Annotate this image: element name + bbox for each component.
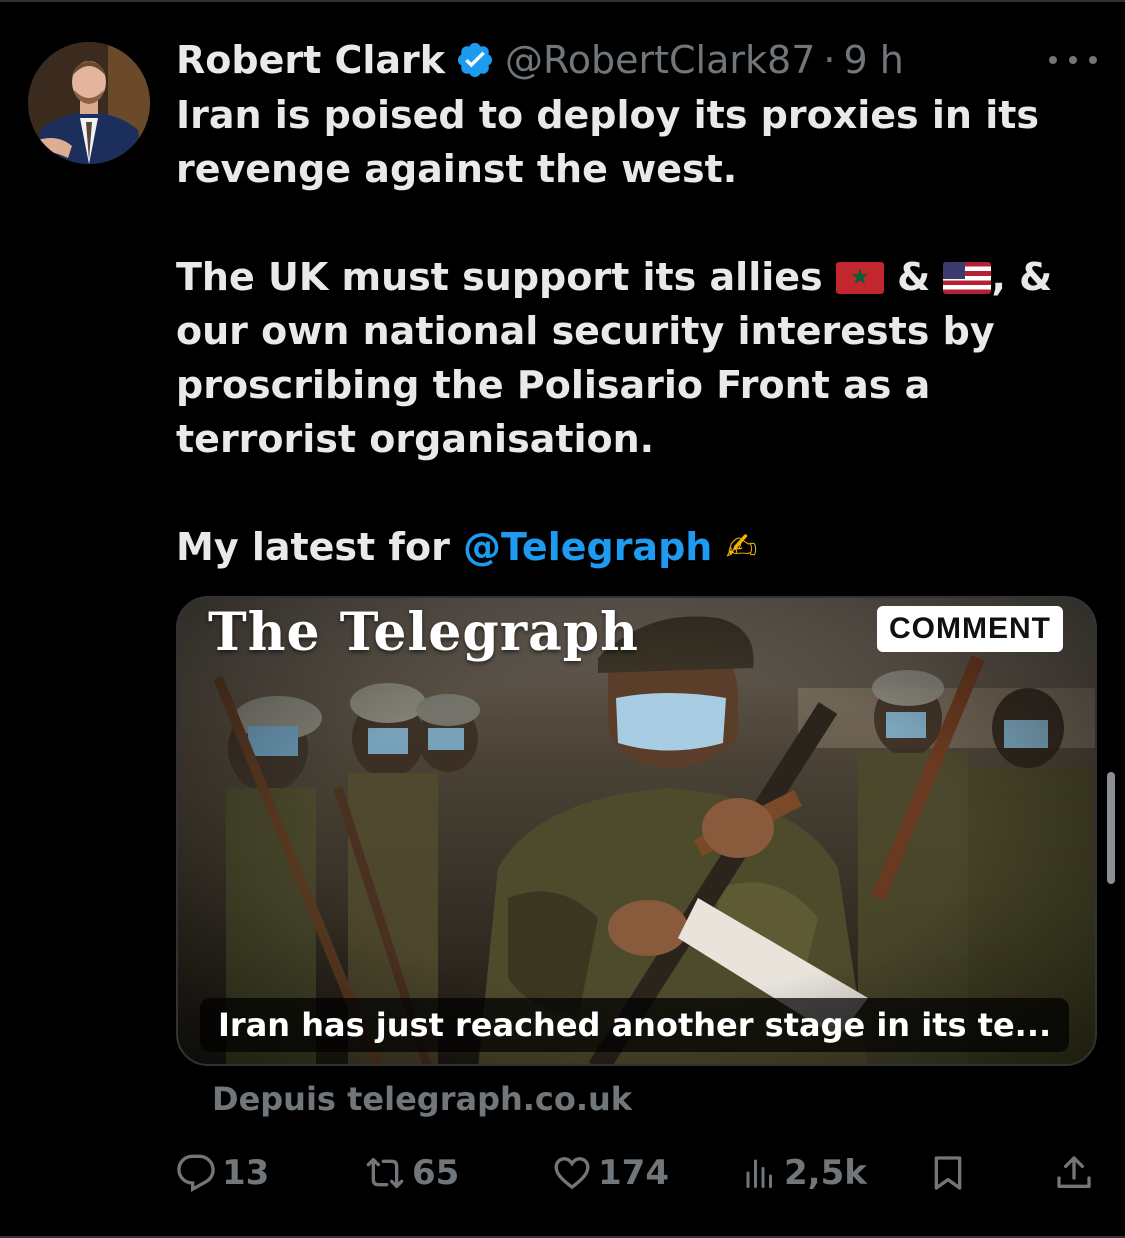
link-card[interactable]: The Telegraph COMMENT Iran has just reac…: [176, 596, 1097, 1066]
views-count: 2,5k: [784, 1153, 867, 1193]
avatar[interactable]: [28, 42, 150, 164]
views-button[interactable]: 2,5k: [742, 1148, 867, 1198]
repost-count: 65: [412, 1153, 460, 1193]
repost-icon: [364, 1153, 412, 1193]
repost-button[interactable]: 65: [364, 1148, 459, 1198]
more-icon[interactable]: [1049, 42, 1097, 78]
tweet-paragraph-1: Iran is poised to deploy its proxies in …: [176, 93, 1039, 191]
like-icon: [552, 1153, 598, 1193]
reply-button[interactable]: 13: [176, 1148, 269, 1198]
card-title[interactable]: Iran has just reached another stage in i…: [200, 998, 1070, 1052]
bookmark-icon: [928, 1153, 974, 1193]
card-image: [178, 598, 1095, 1064]
reply-count: 13: [222, 1153, 270, 1193]
paragraph-2-ampersand: &: [897, 255, 931, 299]
tweet-paragraph-3: My latest for @Telegraph ✍: [176, 520, 1096, 574]
like-button[interactable]: 174: [552, 1148, 669, 1198]
telegraph-mention-link[interactable]: @Telegraph: [463, 525, 712, 569]
tweet[interactable]: Robert Clark @RobertClark87 · 9 h Iran i…: [0, 0, 1125, 1238]
bookmark-button[interactable]: [928, 1148, 974, 1198]
comment-badge: COMMENT: [877, 606, 1063, 652]
morocco-flag-icon: [835, 262, 884, 294]
tweet-header: Robert Clark @RobertClark87 · 9 h: [176, 36, 1097, 84]
share-button[interactable]: [1054, 1148, 1100, 1198]
card-source-link[interactable]: Depuis telegraph.co.uk: [212, 1080, 632, 1118]
share-icon: [1054, 1153, 1100, 1193]
scrollbar[interactable]: [1107, 772, 1115, 884]
author-name[interactable]: Robert Clark: [176, 38, 445, 82]
writing-hand-icon: ✍: [725, 525, 758, 569]
reply-icon: [176, 1153, 222, 1193]
like-count: 174: [598, 1153, 669, 1193]
author-handle[interactable]: @RobertClark87: [505, 38, 815, 82]
tweet-paragraph-2: The UK must support its allies & , & our…: [176, 250, 1096, 466]
timestamp[interactable]: 9 h: [843, 38, 903, 82]
usa-flag-icon: [943, 262, 992, 294]
verified-icon: [455, 40, 495, 80]
paragraph-3-text: My latest for: [176, 525, 450, 569]
views-icon: [742, 1153, 784, 1193]
action-bar: 13 65 174 2,5k: [176, 1148, 1096, 1198]
telegraph-masthead: The Telegraph: [208, 602, 639, 663]
tweet-text: Iran is poised to deploy its proxies in …: [176, 88, 1096, 574]
paragraph-2-text-start: The UK must support its allies: [176, 255, 823, 299]
separator-dot: ·: [823, 38, 836, 82]
